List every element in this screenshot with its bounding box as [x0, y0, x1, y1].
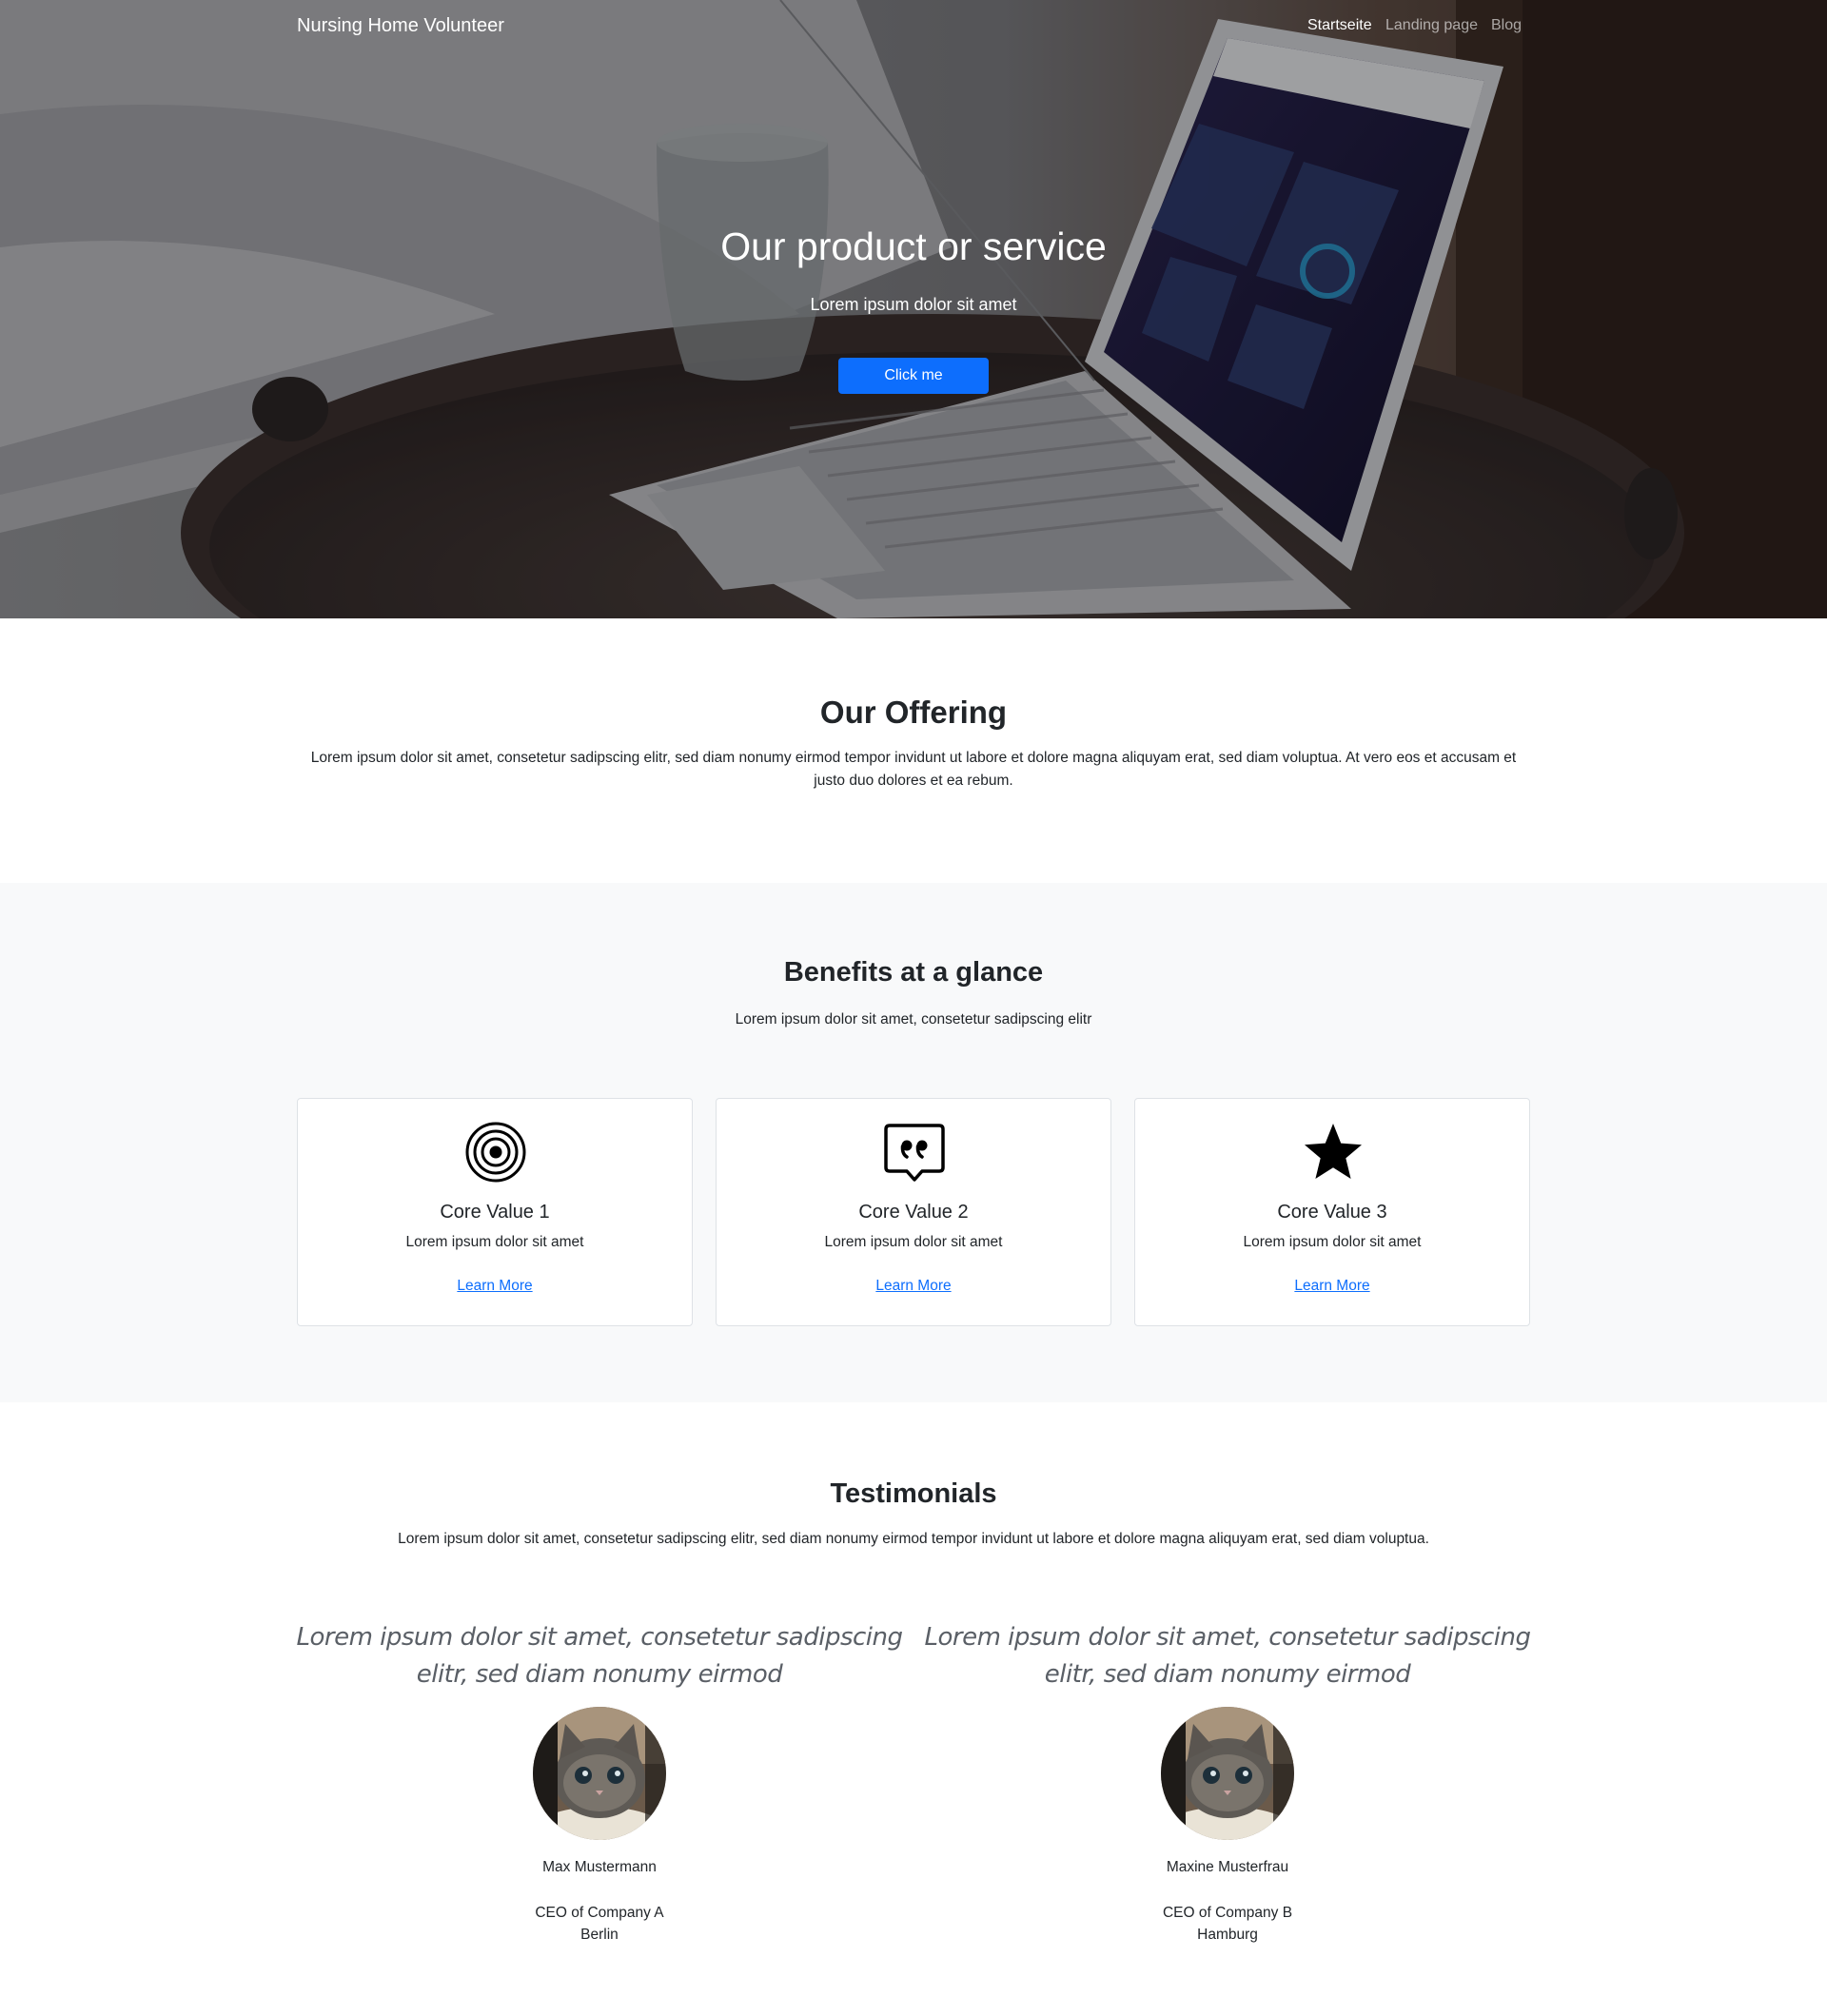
- testimonial-role: CEO of Company B: [1162, 1905, 1293, 1921]
- testimonial-role: CEO of Company A: [535, 1905, 664, 1921]
- offering-text: Lorem ipsum dolor sit amet, consetetur s…: [310, 750, 1517, 789]
- benefit-card-1: Core Value 1 Lorem ipsum dolor sit amet …: [297, 1098, 693, 1326]
- card-text: Lorem ipsum dolor sit amet: [824, 1234, 1003, 1250]
- card-title: Core Value 1: [440, 1202, 550, 1223]
- learn-more-link[interactable]: Learn More: [717, 1278, 1110, 1295]
- testimonial-name: Max Mustermann: [542, 1859, 657, 1875]
- testimonials-text: Lorem ipsum dolor sit amet, consetetur s…: [398, 1531, 1429, 1547]
- quote-bubble-icon: [884, 1124, 945, 1182]
- card-text: Lorem ipsum dolor sit amet: [405, 1234, 584, 1250]
- avatar: [533, 1707, 666, 1840]
- avatar: [1161, 1707, 1294, 1840]
- brand-link[interactable]: Nursing Home Volunteer: [297, 15, 504, 37]
- card-title: Core Value 2: [858, 1202, 969, 1223]
- kitten-photo: [533, 1707, 666, 1840]
- card-title: Core Value 3: [1277, 1202, 1387, 1223]
- testimonial-name: Maxine Musterfrau: [1166, 1859, 1289, 1875]
- bullseye-icon: [465, 1122, 526, 1183]
- nav-link-blog[interactable]: Blog: [1491, 17, 1522, 34]
- hero-section: Nursing Home Volunteer Startseite Landin…: [0, 0, 1827, 618]
- kitten-photo: [1161, 1707, 1294, 1840]
- offering-section: Our Offering Lorem ipsum dolor sit amet,…: [0, 618, 1827, 883]
- offering-title: Our Offering: [819, 695, 1008, 730]
- testimonial-city: Hamburg: [1197, 1927, 1258, 1943]
- benefits-section: Benefits at a glance Lorem ipsum dolor s…: [0, 883, 1827, 1402]
- testimonial-quote: Lorem ipsum dolor sit amet, consetetur s…: [296, 1623, 903, 1689]
- benefit-card-3: Core Value 3 Lorem ipsum dolor sit amet …: [1134, 1098, 1530, 1326]
- hero-title: Our product or service: [720, 225, 1107, 268]
- nav-link-landing-page[interactable]: Landing page: [1385, 17, 1478, 34]
- benefit-card-2: Core Value 2 Lorem ipsum dolor sit amet …: [716, 1098, 1111, 1326]
- testimonial-city: Berlin: [580, 1927, 619, 1943]
- testimonials-title: Testimonials: [830, 1478, 997, 1509]
- learn-more-link[interactable]: Learn More: [1135, 1278, 1529, 1295]
- nav-link-startseite[interactable]: Startseite: [1307, 17, 1372, 34]
- hero-cta-button[interactable]: Click me: [838, 358, 989, 394]
- card-text: Lorem ipsum dolor sit amet: [1243, 1234, 1422, 1250]
- star-icon: [1305, 1124, 1362, 1179]
- testimonials-section: Testimonials Lorem ipsum dolor sit amet,…: [0, 1402, 1827, 2016]
- testimonial-quote: Lorem ipsum dolor sit amet, consetetur s…: [924, 1623, 1531, 1689]
- top-navbar: Nursing Home Volunteer Startseite Landin…: [0, 0, 1827, 55]
- learn-more-link[interactable]: Learn More: [298, 1278, 692, 1295]
- benefits-title: Benefits at a glance: [783, 957, 1044, 988]
- hero-subtitle: Lorem ipsum dolor sit amet: [810, 295, 1017, 314]
- benefits-subtitle: Lorem ipsum dolor sit amet, consetetur s…: [735, 1011, 1092, 1028]
